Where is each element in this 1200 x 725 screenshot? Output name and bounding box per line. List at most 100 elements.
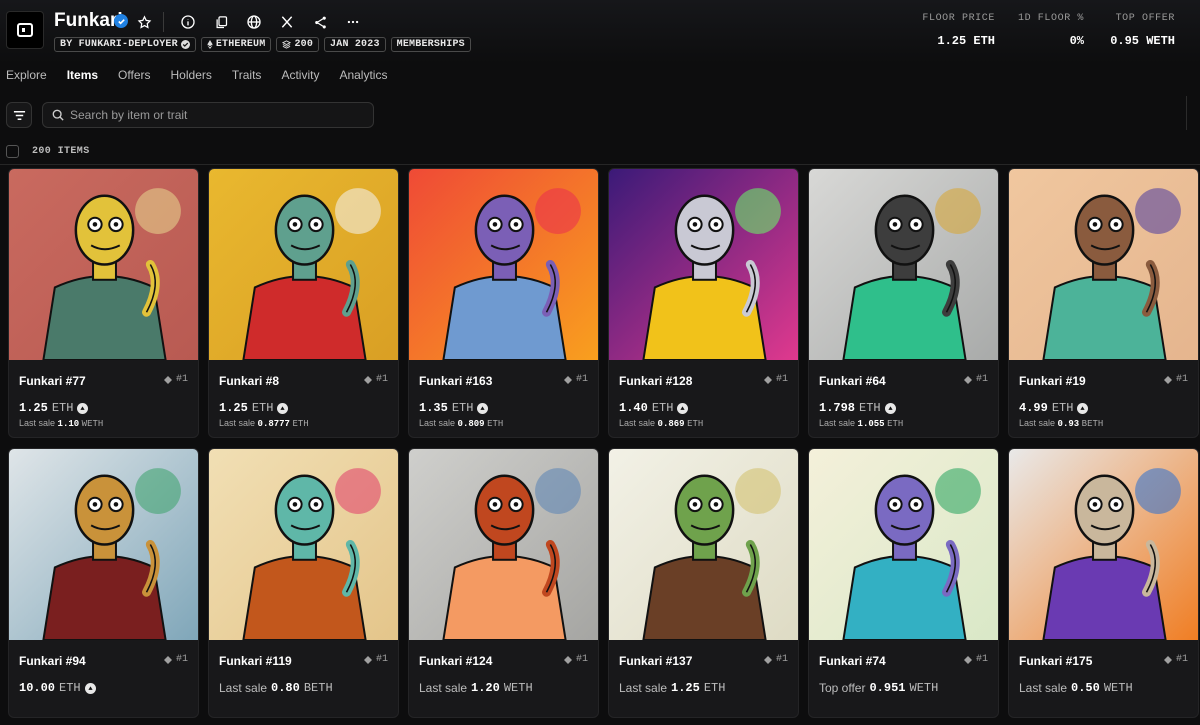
- stat-label: 1D FLOOR %: [1017, 13, 1084, 24]
- price-label: Last sale: [1019, 681, 1068, 695]
- rarity-rank: #1: [1163, 654, 1188, 665]
- nft-card[interactable]: Funkari #124 #1 Last sale 1.20 WETH: [408, 448, 599, 718]
- nft-artwork: [609, 169, 798, 360]
- rarity-rank: #1: [363, 374, 388, 385]
- collection-header: Funkari BY FUNKARI-DEPLOYER ETHEREUM 200: [0, 0, 1200, 64]
- price-label: Last sale: [419, 681, 468, 695]
- price-label: Last sale: [619, 681, 668, 695]
- last-sale-value: 0.869: [657, 419, 685, 429]
- tab-activity[interactable]: Activity: [281, 68, 319, 82]
- last-sale-label: Last sale: [419, 418, 456, 428]
- rank-value: #1: [575, 654, 588, 665]
- chip-label: MEMBERSHIPS: [396, 39, 465, 50]
- price-row: Last sale 0.50 WETH: [1019, 681, 1133, 695]
- diamond-icon: [763, 375, 772, 384]
- search-bar: [42, 102, 374, 128]
- nft-card[interactable]: Funkari #128 #1 1.40 ETH Last sale 0.869 ETH: [608, 168, 799, 438]
- rank-value: #1: [175, 374, 188, 385]
- price-row: 1.798 ETH: [819, 401, 896, 415]
- price-value: 4.99: [1019, 401, 1048, 415]
- header-divider: [163, 12, 164, 32]
- copy-icon[interactable]: [210, 11, 232, 33]
- nft-image[interactable]: [409, 449, 598, 640]
- nft-image[interactable]: [609, 169, 798, 360]
- tab-explore[interactable]: Explore: [6, 68, 47, 82]
- chain-chip[interactable]: ETHEREUM: [200, 37, 272, 52]
- last-sale-label: Last sale: [619, 418, 656, 428]
- nft-card[interactable]: Funkari #77 #1 1.25 ETH Last sale 1.10 WETH: [8, 168, 199, 438]
- info-icon[interactable]: [177, 11, 199, 33]
- price-currency: BETH: [303, 681, 333, 695]
- rarity-rank: #1: [563, 654, 588, 665]
- collection-logo[interactable]: [6, 11, 44, 49]
- last-sale-currency: ETH: [487, 419, 504, 429]
- nft-image[interactable]: [1009, 169, 1198, 360]
- share-icon[interactable]: [309, 11, 331, 33]
- creator-chip[interactable]: BY FUNKARI-DEPLOYER: [54, 37, 196, 52]
- price-row: Last sale 0.80 BETH: [219, 681, 333, 695]
- nft-card[interactable]: Funkari #8 #1 1.25 ETH Last sale 0.8777 ETH: [208, 168, 399, 438]
- diamond-icon: [163, 655, 172, 664]
- nft-image[interactable]: [809, 169, 998, 360]
- price-value: 1.25: [671, 681, 700, 695]
- nft-card[interactable]: Funkari #94 #1 10.00 ETH: [8, 448, 199, 718]
- nft-image[interactable]: [209, 449, 398, 640]
- nft-image[interactable]: [1009, 449, 1198, 640]
- price-row: 1.40 ETH: [619, 401, 689, 415]
- last-sale-label: Last sale: [1019, 418, 1056, 428]
- nft-image[interactable]: [209, 169, 398, 360]
- rank-value: #1: [1175, 654, 1188, 665]
- floor-price-stat: FLOOR PRICE 1.25 ETH: [922, 13, 995, 48]
- top-offer-stat: TOP OFFER 0.95 WETH: [1110, 13, 1175, 48]
- filter-toggle-button[interactable]: [6, 102, 32, 128]
- nft-image[interactable]: [409, 169, 598, 360]
- diamond-icon: [1163, 655, 1172, 664]
- tab-items[interactable]: Items: [67, 68, 98, 82]
- marketplace-icon: [677, 402, 689, 414]
- tab-offers[interactable]: Offers: [118, 68, 150, 82]
- rank-value: #1: [975, 374, 988, 385]
- price-value: 0.80: [271, 681, 300, 695]
- price-currency: WETH: [909, 681, 939, 695]
- nft-card[interactable]: Funkari #175 #1 Last sale 0.50 WETH: [1008, 448, 1199, 718]
- supply-chip[interactable]: 200: [276, 37, 320, 52]
- last-sale-row: Last sale 1.10 WETH: [19, 418, 103, 429]
- nft-card[interactable]: Funkari #163 #1 1.35 ETH Last sale 0.809 ETH: [408, 168, 599, 438]
- nft-image[interactable]: [609, 449, 798, 640]
- nft-name: Funkari #64: [819, 374, 886, 388]
- nft-card[interactable]: Funkari #119 #1 Last sale 0.80 BETH: [208, 448, 399, 718]
- nft-card[interactable]: Funkari #137 #1 Last sale 1.25 ETH: [608, 448, 799, 718]
- globe-icon[interactable]: [243, 11, 265, 33]
- category-chip[interactable]: MEMBERSHIPS: [390, 37, 471, 52]
- date-chip[interactable]: JAN 2023: [324, 37, 386, 52]
- price-row: 1.25 ETH: [219, 401, 289, 415]
- nft-artwork: [609, 449, 798, 640]
- star-icon[interactable]: [133, 11, 155, 33]
- tab-holders[interactable]: Holders: [171, 68, 212, 82]
- last-sale-value: 1.055: [857, 419, 885, 429]
- price-row: Last sale 1.25 ETH: [619, 681, 725, 695]
- nft-image[interactable]: [9, 169, 198, 360]
- nft-card[interactable]: Funkari #64 #1 1.798 ETH Last sale 1.055 ETH: [808, 168, 999, 438]
- last-sale-currency: BETH: [1081, 419, 1104, 429]
- stat-value: 0%: [1069, 34, 1084, 48]
- nft-card[interactable]: Funkari #19 #1 4.99 ETH Last sale 0.93 BETH: [1008, 168, 1199, 438]
- diamond-icon: [363, 655, 372, 664]
- last-sale-currency: ETH: [887, 419, 904, 429]
- tab-traits[interactable]: Traits: [232, 68, 262, 82]
- select-all-checkbox[interactable]: [6, 145, 19, 158]
- rank-value: #1: [575, 374, 588, 385]
- x-twitter-icon[interactable]: [276, 11, 298, 33]
- nft-name: Funkari #163: [419, 374, 493, 388]
- more-options-icon[interactable]: [342, 11, 364, 33]
- tab-analytics[interactable]: Analytics: [339, 68, 387, 82]
- nft-image[interactable]: [809, 449, 998, 640]
- marketplace-icon: [884, 402, 896, 414]
- nft-image[interactable]: [9, 449, 198, 640]
- rarity-rank: #1: [963, 374, 988, 385]
- nft-name: Funkari #94: [19, 654, 86, 668]
- search-input[interactable]: [70, 108, 360, 122]
- floor-change-stat: 1D FLOOR % 0%: [1018, 13, 1084, 48]
- chip-label: BY FUNKARI-DEPLOYER: [60, 39, 178, 50]
- nft-card[interactable]: Funkari #74 #1 Top offer 0.951 WETH: [808, 448, 999, 718]
